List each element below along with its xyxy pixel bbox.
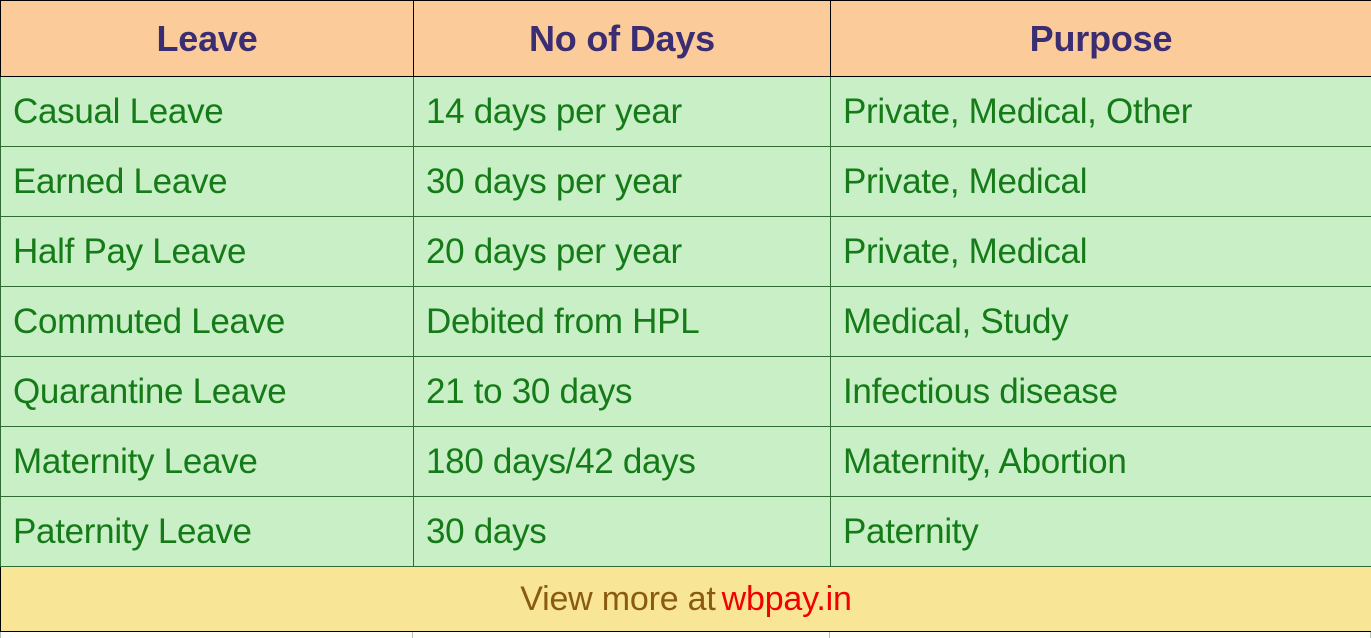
footer-lead-text: View more at [520, 580, 716, 618]
cell-purpose[interactable]: Private, Medical, Other [830, 76, 1371, 147]
cell-purpose[interactable]: Maternity, Abortion [830, 426, 1371, 497]
table-row: Commuted Leave Debited from HPL Medical,… [0, 286, 1371, 357]
cell-leave-name[interactable]: Earned Leave [0, 146, 414, 217]
footer-cell[interactable]: View more at wbpay.in [0, 566, 1371, 633]
column-header-leave[interactable]: Leave [0, 0, 414, 77]
grid-divider [0, 632, 1, 638]
table-row: Maternity Leave 180 days/42 days Materni… [0, 426, 1371, 497]
cell-no-of-days[interactable]: 180 days/42 days [413, 426, 831, 497]
cell-leave-name[interactable]: Quarantine Leave [0, 356, 414, 427]
cell-no-of-days[interactable]: Debited from HPL [413, 286, 831, 357]
footer-site-link[interactable]: wbpay.in [716, 580, 852, 618]
cell-leave-name[interactable]: Casual Leave [0, 76, 414, 147]
cell-no-of-days[interactable]: 20 days per year [413, 216, 831, 287]
cell-no-of-days[interactable]: 30 days per year [413, 146, 831, 217]
partial-next-row [0, 631, 1371, 638]
table-row: Paternity Leave 30 days Paternity [0, 496, 1371, 567]
table-row: Casual Leave 14 days per year Private, M… [0, 76, 1371, 147]
cell-leave-name[interactable]: Paternity Leave [0, 496, 414, 567]
spreadsheet-canvas: Leave No of Days Purpose Casual Leave 14… [0, 0, 1371, 638]
cell-purpose[interactable]: Paternity [830, 496, 1371, 567]
cell-no-of-days[interactable]: 21 to 30 days [413, 356, 831, 427]
table-header-row: Leave No of Days Purpose [0, 0, 1371, 77]
cell-no-of-days[interactable]: 30 days [413, 496, 831, 567]
cell-no-of-days[interactable]: 14 days per year [413, 76, 831, 147]
grid-divider [829, 632, 830, 638]
cell-leave-name[interactable]: Maternity Leave [0, 426, 414, 497]
grid-divider [412, 632, 413, 638]
table-row: Quarantine Leave 21 to 30 days Infectiou… [0, 356, 1371, 427]
cell-leave-name[interactable]: Commuted Leave [0, 286, 414, 357]
cell-purpose[interactable]: Private, Medical [830, 216, 1371, 287]
cell-purpose[interactable]: Infectious disease [830, 356, 1371, 427]
footer-row: View more at wbpay.in [0, 566, 1371, 633]
cell-purpose[interactable]: Private, Medical [830, 146, 1371, 217]
cell-leave-name[interactable]: Half Pay Leave [0, 216, 414, 287]
cell-purpose[interactable]: Medical, Study [830, 286, 1371, 357]
leave-types-table: Leave No of Days Purpose Casual Leave 14… [0, 0, 1371, 633]
table-row: Half Pay Leave 20 days per year Private,… [0, 216, 1371, 287]
column-header-purpose[interactable]: Purpose [830, 0, 1371, 77]
table-header: Leave No of Days Purpose [0, 0, 1371, 77]
table-body: Casual Leave 14 days per year Private, M… [0, 76, 1371, 633]
column-header-no-of-days[interactable]: No of Days [413, 0, 831, 77]
table-row: Earned Leave 30 days per year Private, M… [0, 146, 1371, 217]
